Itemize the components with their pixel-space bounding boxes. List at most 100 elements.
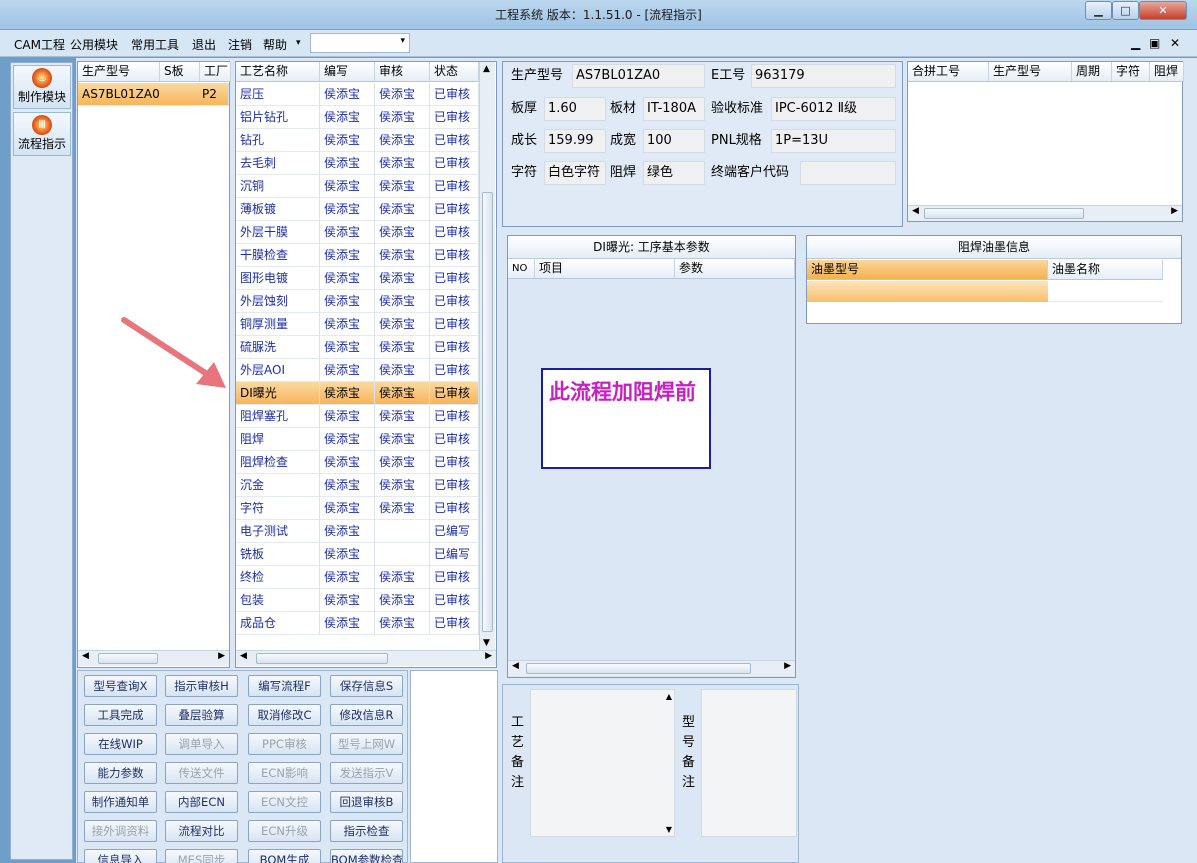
cell-writer[interactable]: 侯添宝 — [320, 152, 375, 175]
scroll-right-icon[interactable]: ▶ — [1171, 206, 1178, 216]
cell-process-name[interactable]: 阻焊塞孔 — [236, 405, 320, 428]
cell-process-name[interactable]: 沉金 — [236, 474, 320, 497]
cell-reviewer[interactable]: 侯添宝 — [375, 612, 430, 635]
action-button[interactable]: 接外调资料 — [84, 820, 157, 842]
cell-status[interactable]: 已审核 — [430, 566, 479, 589]
cell-process-name[interactable]: 铣板 — [236, 543, 320, 566]
cell-status[interactable]: 已编写 — [430, 520, 479, 543]
mdi-close-button[interactable]: ✕ — [1170, 36, 1180, 50]
col-header[interactable]: S板 — [160, 62, 200, 82]
cell-writer[interactable]: 侯添宝 — [320, 566, 375, 589]
cell-process-name[interactable]: 铝片钻孔 — [236, 106, 320, 129]
cell-reviewer[interactable]: 侯添宝 — [375, 566, 430, 589]
scroll-left-icon[interactable]: ◀ — [512, 661, 519, 671]
cell-writer[interactable]: 侯添宝 — [320, 382, 375, 405]
action-button[interactable]: 编写流程F — [248, 675, 321, 697]
cell-reviewer[interactable] — [375, 543, 430, 566]
cell-reviewer[interactable]: 侯添宝 — [375, 83, 430, 106]
scroll-left-icon[interactable]: ◀ — [912, 206, 919, 216]
col-header[interactable]: 编写 — [320, 62, 375, 82]
col-header[interactable]: 项目 — [535, 259, 675, 279]
action-button[interactable]: BOM参数检查 — [330, 849, 403, 863]
col-header[interactable]: 状态 — [430, 62, 479, 82]
cell-status[interactable]: 已审核 — [430, 405, 479, 428]
cell-writer[interactable]: 侯添宝 — [320, 543, 375, 566]
action-button[interactable]: MES同步 — [165, 849, 238, 863]
cell-reviewer[interactable]: 侯添宝 — [375, 175, 430, 198]
cell-status[interactable]: 已审核 — [430, 83, 479, 106]
cell-writer[interactable]: 侯添宝 — [320, 290, 375, 313]
cell-process-name[interactable]: 包装 — [236, 589, 320, 612]
menu-cam[interactable]: CAM工程 — [14, 36, 65, 53]
cell-writer[interactable]: 侯添宝 — [320, 474, 375, 497]
close-button[interactable]: ✕ — [1139, 1, 1187, 20]
cell-status[interactable]: 已审核 — [430, 198, 479, 221]
scroll-thumb[interactable] — [256, 653, 388, 664]
scroll-up-icon[interactable]: ▲ — [666, 692, 672, 701]
process-remark-field[interactable]: ▲ ▼ — [530, 689, 675, 837]
cell-writer[interactable]: 侯添宝 — [320, 83, 375, 106]
mdi-restore-button[interactable]: ▣ — [1149, 36, 1160, 50]
action-button[interactable]: 保存信息S — [330, 675, 403, 697]
cell-process-name[interactable]: 阻焊 — [236, 428, 320, 451]
scroll-up-icon[interactable]: ▲ — [483, 64, 490, 74]
process-vscrollbar[interactable]: ▲ ▼ — [479, 62, 495, 650]
cell-process-name[interactable]: 终检 — [236, 566, 320, 589]
action-button[interactable]: 信息导入 — [84, 849, 157, 863]
action-button[interactable]: BOM生成 — [248, 849, 321, 863]
cell-writer[interactable]: 侯添宝 — [320, 497, 375, 520]
cell-process-name[interactable]: 薄板镀 — [236, 198, 320, 221]
menu-logout[interactable]: 注销 — [228, 36, 252, 53]
cell-reviewer[interactable] — [375, 520, 430, 543]
cell-status[interactable]: 已审核 — [430, 152, 479, 175]
cell-status[interactable]: 已审核 — [430, 451, 479, 474]
cell-process-name[interactable]: 钻孔 — [236, 129, 320, 152]
cell-reviewer[interactable]: 侯添宝 — [375, 336, 430, 359]
cell-process-name[interactable]: 干膜检查 — [236, 244, 320, 267]
action-button[interactable]: 制作通知单 — [84, 791, 157, 813]
action-button[interactable]: 指示审核H — [165, 675, 238, 697]
minimize-button[interactable]: ▁ — [1085, 1, 1112, 20]
action-button[interactable]: 修改信息R — [330, 704, 403, 726]
col-header[interactable]: 生产型号 — [78, 62, 160, 82]
cell-writer[interactable]: 侯添宝 — [320, 221, 375, 244]
merge-hscrollbar[interactable]: ◀ ▶ — [908, 205, 1182, 221]
table-row-cell[interactable] — [1048, 281, 1163, 302]
col-header[interactable]: 周期 — [1072, 62, 1112, 82]
cell-reviewer[interactable]: 侯添宝 — [375, 313, 430, 336]
cell-process-name[interactable]: 铜厚测量 — [236, 313, 320, 336]
action-button[interactable]: 取消修改C — [248, 704, 321, 726]
di-hscrollbar[interactable]: ◀ ▶ — [508, 660, 795, 676]
cell-reviewer[interactable]: 侯添宝 — [375, 589, 430, 612]
cell-reviewer[interactable]: 侯添宝 — [375, 405, 430, 428]
action-button[interactable]: 指示检查 — [330, 820, 403, 842]
scroll-right-icon[interactable]: ▶ — [485, 651, 492, 661]
cell-writer[interactable]: 侯添宝 — [320, 198, 375, 221]
cell-status[interactable]: 已编写 — [430, 543, 479, 566]
action-button[interactable]: 调单导入 — [165, 733, 238, 755]
cell-process-name[interactable]: 外层干膜 — [236, 221, 320, 244]
cell-reviewer[interactable]: 侯添宝 — [375, 244, 430, 267]
menu-tools[interactable]: 常用工具 — [131, 36, 179, 53]
action-button[interactable]: 流程对比 — [165, 820, 238, 842]
nav-make-module[interactable]: ♨ 制作模块 — [13, 65, 71, 109]
action-button[interactable]: 能力参数 — [84, 762, 157, 784]
cell-reviewer[interactable]: 侯添宝 — [375, 221, 430, 244]
cell-status[interactable]: 已审核 — [430, 382, 479, 405]
cell-status[interactable]: 已审核 — [430, 474, 479, 497]
action-button[interactable]: 发送指示V — [330, 762, 403, 784]
cell-status[interactable]: 已审核 — [430, 106, 479, 129]
process-hscrollbar[interactable]: ◀ ▶ — [236, 650, 496, 666]
menu-exit[interactable]: 退出 — [192, 36, 216, 53]
cell-reviewer[interactable]: 侯添宝 — [375, 152, 430, 175]
col-header[interactable]: 审核 — [375, 62, 430, 82]
cell-reviewer[interactable]: 侯添宝 — [375, 129, 430, 152]
cell-writer[interactable]: 侯添宝 — [320, 175, 375, 198]
scroll-left-icon[interactable]: ◀ — [82, 651, 89, 661]
action-button[interactable]: ECN升级 — [248, 820, 321, 842]
cell-writer[interactable]: 侯添宝 — [320, 589, 375, 612]
cell-status[interactable]: 已审核 — [430, 428, 479, 451]
action-button[interactable]: 回退审核B — [330, 791, 403, 813]
cell-status[interactable]: 已审核 — [430, 612, 479, 635]
action-button[interactable]: 型号上网W — [330, 733, 403, 755]
